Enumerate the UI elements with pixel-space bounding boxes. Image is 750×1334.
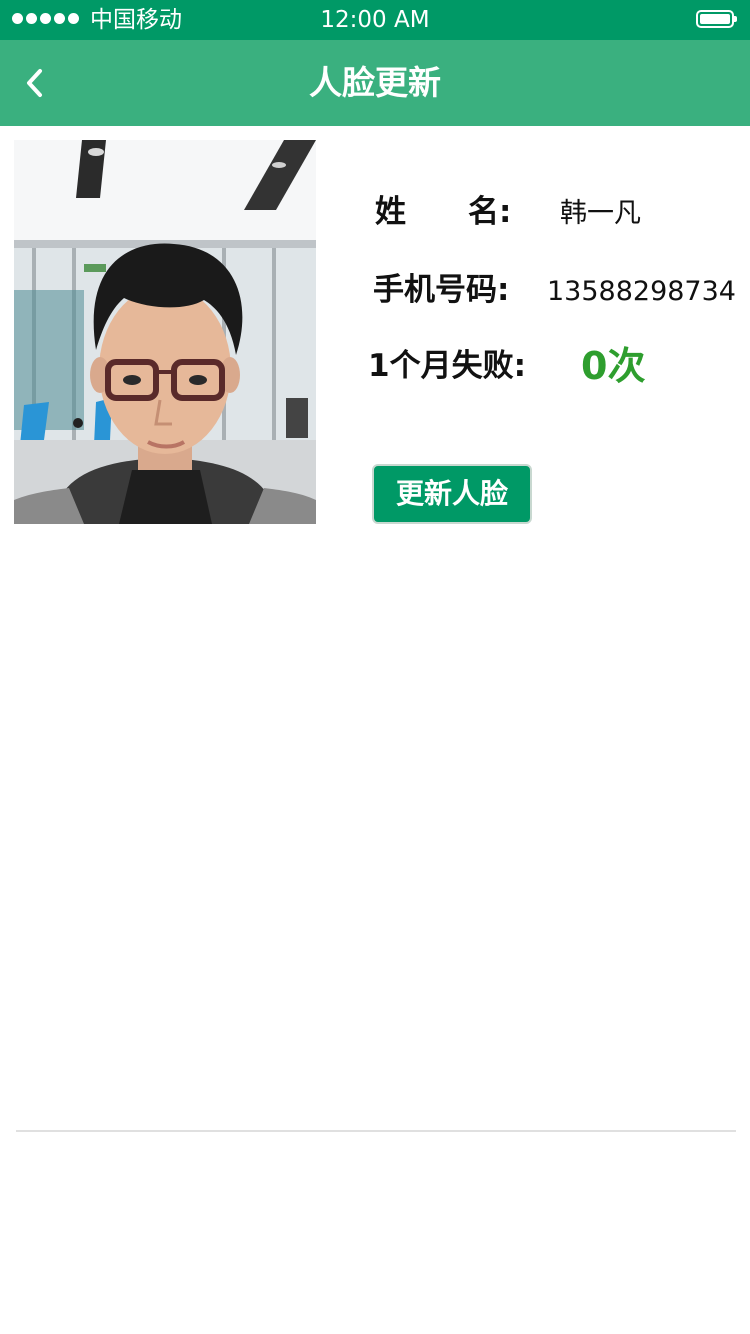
failure-count-value: 0次 — [581, 344, 646, 388]
name-label: 姓 名: — [375, 194, 512, 230]
failure-count-label: 1个月失败: — [368, 348, 526, 384]
battery-icon — [696, 10, 737, 28]
name-value: 韩一凡 — [560, 198, 641, 229]
divider — [16, 1130, 736, 1132]
page-title: 人脸更新 — [309, 63, 441, 102]
phone-label: 手机号码: — [373, 272, 510, 308]
navigation-bar: 人脸更新 — [0, 40, 750, 126]
status-time: 12:00 AM — [320, 7, 430, 33]
phone-value: 13588298734 — [547, 276, 736, 307]
status-bar: 中国移动 12:00 AM — [0, 0, 750, 40]
face-photo — [14, 140, 316, 524]
update-face-button[interactable]: 更新人脸 — [372, 464, 532, 524]
